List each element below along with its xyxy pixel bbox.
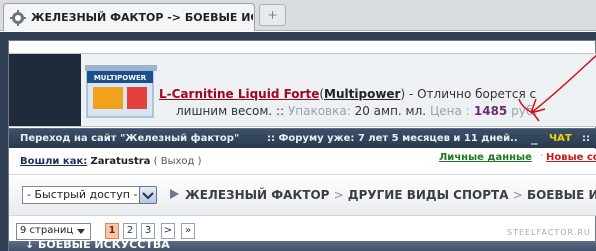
site-frame: MULTIPOWER L-Carnitine Liquid Forte(Mult… — [0, 32, 596, 251]
ad-separator: :: — [272, 104, 288, 118]
last-page-button[interactable]: » — [181, 223, 195, 239]
ad-brand-link[interactable]: Multipower — [324, 87, 400, 101]
chevron-down-icon — [142, 192, 154, 200]
separator-dot: · — [540, 151, 544, 162]
login-status: Вошли как: Zaratustra ( Выход ) — [20, 156, 202, 167]
page-button-1[interactable]: 1 — [105, 223, 119, 239]
breadcrumb-separator: > — [512, 188, 523, 202]
ad-line-2: лишним весом. :: Упаковка: 20 амп. мл. Ц… — [176, 104, 596, 118]
breadcrumb-bar: - Быстрый доступ - ЖЕЛЕЗНЫЙ ФАКТОР > ДРУ… — [9, 174, 596, 216]
ad-pack-label: Упаковка: — [287, 104, 351, 118]
ad-price-value: 1485 — [469, 104, 508, 118]
quick-access-dropdown-button[interactable] — [139, 186, 157, 204]
ad-tagline-end: лишним весом. — [176, 104, 273, 118]
gear-shield-icon — [10, 10, 26, 26]
ad-banner[interactable]: MULTIPOWER L-Carnitine Liquid Forte(Mult… — [9, 53, 596, 127]
page-button-3[interactable]: 3 — [141, 223, 155, 239]
breadcrumb-separator: > — [333, 188, 344, 202]
site-content: MULTIPOWER L-Carnitine Liquid Forte(Mult… — [8, 40, 596, 251]
breadcrumb: ЖЕЛЕЗНЫЙ ФАКТОР > ДРУГИЕ ВИДЫ СПОРТА > Б… — [185, 188, 596, 202]
ad-tagline-start: - Отлично борется с — [405, 87, 537, 101]
svg-text:MULTIPOWER: MULTIPOWER — [94, 74, 147, 82]
ad-pack-value: 20 амп. мл. — [350, 104, 427, 118]
forum-age-text: :: Форуму уже: 7 лет 5 месяцев и 11 дней… — [267, 133, 518, 144]
new-tab-button[interactable]: + — [259, 4, 286, 26]
text-cursor: _ — [531, 132, 538, 145]
quick-access-select[interactable]: - Быстрый доступ - — [22, 186, 150, 204]
breadcrumb-item-other-sports[interactable]: ДРУГИЕ ВИДЫ СПОРТА — [348, 188, 509, 202]
next-page-button[interactable]: > — [161, 223, 175, 239]
ad-product-link[interactable]: L-Carnitine Liquid Forte — [159, 87, 319, 101]
personal-data-link[interactable]: Личные данные — [439, 152, 532, 163]
info-bar: Переход на сайт "Железный фактор" :: Фор… — [9, 128, 596, 148]
page-button-2[interactable]: 2 — [123, 223, 137, 239]
tab-strip: ЖЕЛЕЗНЫЙ ФАКТОР -> БОЕВЫЕ ИСК... + — [0, 0, 596, 31]
breadcrumb-item-martial-arts[interactable]: БОЕВЫЕ И — [527, 188, 596, 202]
chat-link[interactable]: ЧАТ — [549, 133, 572, 144]
ad-line-1: L-Carnitine Liquid Forte(Multipower) - О… — [159, 87, 596, 101]
forum-title-text: БОЕВЫЕ ИСКУССТВА — [38, 238, 170, 251]
browser-window: ЖЕЛЕЗНЫЙ ФАКТОР -> БОЕВЫЕ ИСК... + MULTI… — [0, 0, 596, 251]
play-arrow-icon — [170, 189, 179, 199]
goto-site-link[interactable]: Переход на сайт "Железный фактор" — [20, 133, 239, 144]
multipower-product-image[interactable]: MULTIPOWER — [83, 57, 159, 123]
forum-title: ↓ БОЕВЫЕ ИСКУССТВА — [25, 238, 170, 251]
username[interactable]: Zaratustra — [90, 156, 150, 167]
tab-title: ЖЕЛЕЗНЫЙ ФАКТОР -> БОЕВЫЕ ИСК... — [31, 11, 253, 24]
logout-link[interactable]: ( Выход ) — [154, 156, 202, 167]
caret-down-icon — [77, 229, 85, 234]
logged-in-as-label: Вошли как: — [20, 156, 88, 167]
browser-tab[interactable]: ЖЕЛЕЗНЫЙ ФАКТОР -> БОЕВЫЕ ИСК... — [3, 3, 255, 31]
ad-currency: руб. — [507, 104, 538, 118]
ad-left-panel — [9, 54, 81, 126]
ad-price-label: Цена : — [429, 104, 470, 118]
info-separator: :: — [582, 133, 590, 144]
forum-header: ↓ БОЕВЫЕ ИСКУССТВА — [9, 238, 596, 251]
new-posts-link[interactable]: Новые со — [546, 152, 596, 163]
breadcrumb-item-home[interactable]: ЖЕЛЕЗНЫЙ ФАКТОР — [185, 188, 329, 202]
site-url-watermark: STEELFACTOR.RU — [507, 228, 591, 237]
